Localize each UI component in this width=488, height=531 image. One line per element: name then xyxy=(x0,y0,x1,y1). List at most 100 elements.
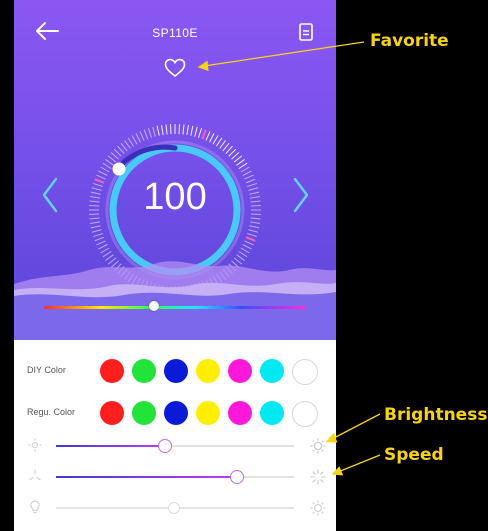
device-title: SP110E xyxy=(152,26,198,40)
speed-arrow-line xyxy=(337,454,381,473)
dial-tick xyxy=(120,142,128,152)
dial-tick xyxy=(249,225,260,229)
brightness-arrow-line xyxy=(331,413,381,440)
next-mode-icon[interactable] xyxy=(289,175,313,215)
dial-tick xyxy=(222,142,230,152)
diy-color-swatch-2[interactable] xyxy=(132,359,156,383)
dial-tick xyxy=(249,221,261,224)
dial-tick xyxy=(117,145,125,154)
dial-tick xyxy=(244,240,254,246)
speed-track[interactable] xyxy=(56,470,294,484)
dial-tick xyxy=(242,244,252,250)
dial-tick xyxy=(212,135,219,145)
dial-tick xyxy=(110,152,119,160)
dial-tick xyxy=(231,152,240,160)
color-hue-slider[interactable] xyxy=(44,300,306,314)
diy-color-swatch-1[interactable] xyxy=(100,359,124,383)
dial-tick xyxy=(228,148,237,157)
brightness-callout: Brightness xyxy=(384,405,488,425)
dial-tick xyxy=(113,148,122,157)
dial-tick xyxy=(194,126,198,137)
document-icon[interactable] xyxy=(298,22,314,42)
speed-slider-row xyxy=(14,467,336,487)
dial-tick xyxy=(215,137,223,147)
brightness-slider-row xyxy=(14,436,336,456)
brightness-track[interactable] xyxy=(56,439,294,453)
dial-tick xyxy=(105,159,114,166)
previous-mode-icon[interactable] xyxy=(38,175,62,215)
dial-tick xyxy=(161,124,164,136)
phone-screen: SP110E 100 DIY Color Regu. Color xyxy=(14,0,336,531)
light-track[interactable] xyxy=(56,502,294,514)
light-slider-row xyxy=(14,498,336,518)
dial-value: 100 xyxy=(143,176,207,218)
dial-tick xyxy=(238,162,248,170)
favorite-callout: Favorite xyxy=(370,31,449,51)
sun-icon xyxy=(310,500,326,516)
dial-tick xyxy=(147,128,152,138)
dial-tick xyxy=(98,170,108,176)
dial-tick xyxy=(236,159,245,166)
regular-color-swatch-1[interactable] xyxy=(100,401,124,425)
dial-tick xyxy=(225,145,233,154)
dial-tick xyxy=(178,124,181,135)
dial-tick xyxy=(247,233,257,238)
dial-tick xyxy=(89,221,101,224)
dial-tick xyxy=(186,124,189,136)
dial-tick xyxy=(245,236,256,242)
regular-color-swatch-7[interactable] xyxy=(292,401,318,427)
dial-tick xyxy=(96,240,106,246)
dial-tick xyxy=(100,166,110,173)
regular-color-swatch-4[interactable] xyxy=(196,401,220,425)
speed-knob[interactable] xyxy=(230,470,244,484)
dial-tick xyxy=(94,236,105,242)
diy-color-swatch-4[interactable] xyxy=(196,359,220,383)
dial-tick xyxy=(209,133,215,143)
mountain-decoration xyxy=(14,261,336,340)
dial-tick xyxy=(124,140,131,149)
brightness-fill xyxy=(56,445,165,447)
dial-knob xyxy=(112,162,126,176)
controller-header: SP110E 100 xyxy=(14,0,336,340)
dial-tick xyxy=(143,129,149,140)
dial-tick xyxy=(139,131,145,141)
regular-color-label: Regu. Color xyxy=(27,407,76,417)
light-knob[interactable] xyxy=(168,502,180,514)
dial-tick xyxy=(156,125,160,136)
dial-tick xyxy=(198,128,203,138)
dial-tick xyxy=(233,155,243,163)
speed-fill xyxy=(56,476,237,478)
diy-color-swatch-6[interactable] xyxy=(260,359,284,383)
dial-tick xyxy=(165,124,168,135)
favorite-heart-icon[interactable] xyxy=(164,58,186,78)
dial-tick xyxy=(135,133,141,143)
dial-tick xyxy=(102,162,112,170)
dial-tick xyxy=(240,166,250,173)
diy-color-swatch-5[interactable] xyxy=(228,359,252,383)
regular-color-swatch-6[interactable] xyxy=(260,401,284,425)
regular-color-swatch-3[interactable] xyxy=(164,401,188,425)
dial-tick xyxy=(131,135,138,145)
bulb-icon xyxy=(30,500,40,513)
control-panel: DIY Color Regu. Color xyxy=(14,340,336,531)
dial-tick xyxy=(169,124,172,135)
speed-callout: Speed xyxy=(384,445,444,465)
dial-tick xyxy=(91,229,102,233)
diy-color-swatch-3[interactable] xyxy=(164,359,188,383)
dial-tick xyxy=(190,125,194,136)
diy-color-swatches xyxy=(100,359,324,385)
brightness-knob[interactable] xyxy=(158,439,172,453)
regular-color-swatch-5[interactable] xyxy=(228,401,252,425)
dial-tick xyxy=(93,233,103,238)
dial-tick xyxy=(219,140,226,149)
regular-color-swatch-2[interactable] xyxy=(132,401,156,425)
dial-tick xyxy=(182,124,185,135)
speed-high-icon xyxy=(310,469,326,485)
regular-color-swatches xyxy=(100,401,324,427)
dial-tick xyxy=(248,229,259,233)
diy-color-swatch-7[interactable] xyxy=(292,359,318,385)
dial-tick xyxy=(201,129,207,140)
brightness-high-icon xyxy=(310,438,326,454)
hue-knob[interactable] xyxy=(149,301,159,311)
brightness-low-icon xyxy=(28,438,42,452)
